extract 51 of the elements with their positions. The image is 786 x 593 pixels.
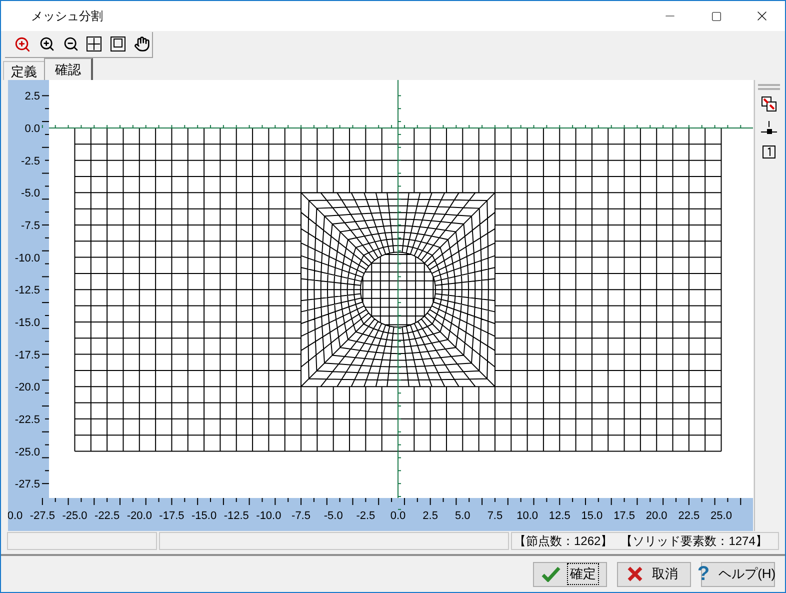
y-axis-label: -25.0 (14, 446, 40, 458)
y-axis-label: -10.0 (14, 252, 40, 264)
x-axis-label: 20.0 (646, 510, 668, 522)
y-axis-label: -7.5 (21, 220, 40, 232)
dialog-button[interactable]: 取消 (617, 562, 691, 586)
maximize-icon[interactable] (710, 10, 722, 22)
fit-view-icon[interactable] (84, 34, 104, 54)
x-axis-label: 0.0 (390, 510, 406, 522)
x-axis-label: -27.5 (30, 510, 55, 522)
x-axis-label: 17.5 (614, 510, 635, 522)
x-axis-label: -5.0 (324, 510, 343, 522)
x-axis-label: -22.5 (94, 510, 120, 522)
status-text: 【ソリッド要素数：1274】 (620, 533, 768, 550)
x-axis-label: 2.5 (422, 510, 438, 522)
y-axis-label: -15.0 (14, 316, 40, 329)
window-title: メッシュ分割 (31, 8, 103, 25)
node-select-icon[interactable] (758, 94, 778, 114)
y-axis-label: -22.5 (14, 414, 40, 426)
x-axis-label: -20.0 (126, 510, 152, 522)
y-axis-label: 2.5 (24, 90, 40, 103)
x-axis-label: -7.5 (292, 510, 310, 522)
cross-icon (627, 566, 643, 582)
x-axis-label: 0.0 (8, 510, 23, 522)
x-axis-label: 15.0 (581, 510, 603, 522)
y-axis-label: 0.0 (24, 123, 40, 135)
hand-icon[interactable] (132, 34, 152, 54)
y-axis-label: -2.5 (21, 155, 40, 168)
y-axis-label: -27.5 (14, 478, 40, 491)
y-axis-label: -5.0 (21, 188, 40, 200)
x-axis-label: 10.0 (516, 510, 538, 522)
x-axis-label: 5.0 (455, 510, 470, 522)
x-axis-label: -10.0 (256, 510, 282, 522)
tab[interactable]: 定義 (3, 61, 44, 80)
y-axis-label: -20.0 (14, 382, 40, 394)
frame-icon[interactable] (108, 34, 128, 54)
x-axis-label: 12.5 (548, 510, 570, 522)
x-axis-label: -15.0 (192, 510, 217, 522)
dialog-button[interactable]: 確定 (533, 562, 607, 586)
status-text: 【節点数：1262】 (514, 533, 613, 550)
grip-handle[interactable] (758, 84, 780, 90)
x-axis-label: 22.5 (678, 510, 700, 522)
x-axis-label: 25.0 (710, 510, 732, 522)
y-axis-label: -17.5 (14, 349, 40, 362)
x-axis-label: -2.5 (356, 510, 376, 522)
x-axis-label: 7.5 (487, 510, 503, 522)
x-axis-label: -17.5 (159, 510, 184, 522)
tab[interactable]: 確認 (44, 58, 93, 80)
x-axis-label: -25.0 (62, 510, 88, 522)
check-icon (541, 566, 561, 582)
y-axis-label: -12.5 (14, 284, 40, 297)
x-axis-label: -12.5 (224, 510, 249, 522)
